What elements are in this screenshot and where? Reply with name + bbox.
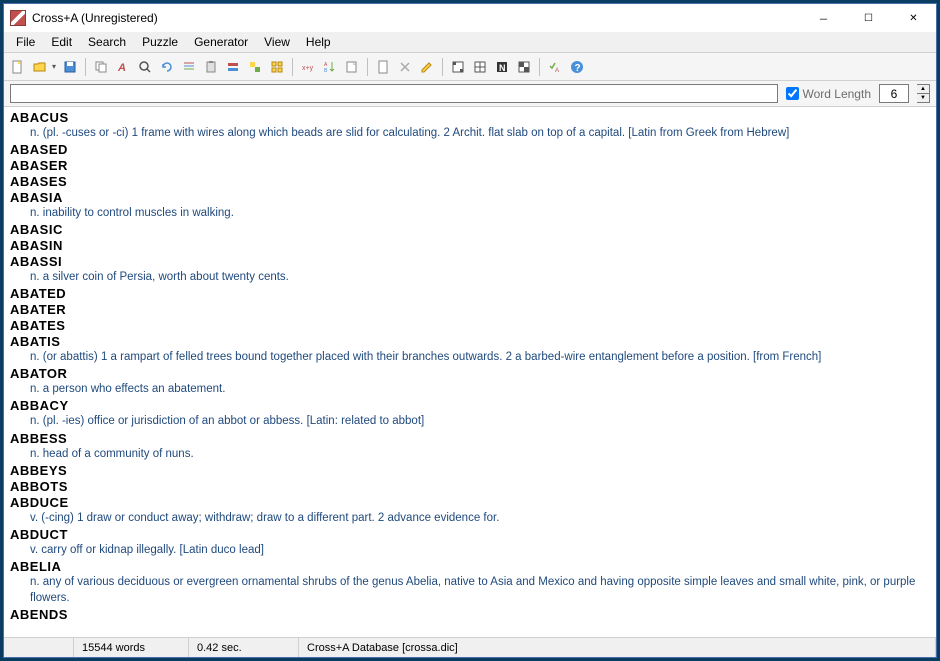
word-definition: n. inability to control muscles in walki… — [10, 205, 930, 221]
new-icon[interactable] — [8, 57, 28, 77]
word-definition: n. a person who effects an abatement. — [10, 381, 930, 397]
application-window: Cross+A (Unregistered) － ☐ ✕ File Edit S… — [3, 3, 937, 658]
svg-text:A: A — [555, 68, 559, 74]
minimize-button[interactable]: － — [801, 4, 846, 32]
doc-icon[interactable] — [373, 57, 393, 77]
search-icon[interactable] — [135, 57, 155, 77]
grid-icon[interactable] — [267, 57, 287, 77]
search-bar: Word Length ▲ ▼ — [4, 81, 936, 107]
xy-icon[interactable]: x+y — [298, 57, 318, 77]
number-icon[interactable]: N — [492, 57, 512, 77]
puzzle3-icon[interactable] — [514, 57, 534, 77]
toolbar: ▾ A x+y AB N A ? — [4, 53, 936, 81]
menu-search[interactable]: Search — [80, 33, 134, 51]
word-entry[interactable]: ABASIC — [10, 222, 930, 237]
word-length-check-input[interactable] — [786, 87, 799, 100]
word-entry[interactable]: ABATED — [10, 286, 930, 301]
flag-icon[interactable] — [223, 57, 243, 77]
word-definition: n. a silver coin of Persia, worth about … — [10, 269, 930, 285]
menu-puzzle[interactable]: Puzzle — [134, 33, 186, 51]
check-ab-icon[interactable]: A — [545, 57, 565, 77]
shapes-icon[interactable] — [245, 57, 265, 77]
word-entry[interactable]: ABASIN — [10, 238, 930, 253]
note-icon[interactable] — [342, 57, 362, 77]
word-entry[interactable]: ABASES — [10, 174, 930, 189]
maximize-button[interactable]: ☐ — [846, 4, 891, 32]
word-definition: n. (or abattis) 1 a rampart of felled tr… — [10, 349, 930, 365]
word-definition: v. (-cing) 1 draw or conduct away; withd… — [10, 510, 930, 526]
svg-text:A: A — [117, 62, 126, 74]
svg-text:x+y: x+y — [302, 65, 314, 72]
word-entry[interactable]: ABACUS — [10, 110, 930, 125]
word-entry[interactable]: ABBACY — [10, 398, 930, 413]
copy-icon[interactable] — [91, 57, 111, 77]
app-icon — [10, 10, 26, 26]
word-length-input[interactable] — [879, 84, 909, 103]
title-bar: Cross+A (Unregistered) － ☐ ✕ — [4, 4, 936, 32]
word-entry[interactable]: ABATIS — [10, 334, 930, 349]
word-list[interactable]: ABACUSn. (pl. -cuses or -ci) 1 frame wit… — [4, 107, 936, 637]
word-entry[interactable]: ABASER — [10, 158, 930, 173]
help-icon[interactable]: ? — [567, 57, 587, 77]
sort-az-icon[interactable]: AB — [320, 57, 340, 77]
status-empty — [4, 638, 74, 657]
word-entry[interactable]: ABATES — [10, 318, 930, 333]
crossword-icon[interactable] — [448, 57, 468, 77]
word-entry[interactable]: ABENDS — [10, 607, 930, 622]
word-definition: n. (pl. -ies) office or jurisdiction of … — [10, 413, 930, 429]
word-entry[interactable]: ABBEYS — [10, 463, 930, 478]
font-icon[interactable]: A — [113, 57, 133, 77]
menu-help[interactable]: Help — [298, 33, 339, 51]
word-length-spinner: ▲ ▼ — [917, 84, 930, 103]
open-dropdown-icon[interactable]: ▾ — [52, 62, 58, 71]
save-icon[interactable] — [60, 57, 80, 77]
menu-bar: File Edit Search Puzzle Generator View H… — [4, 32, 936, 53]
word-entry[interactable]: ABATOR — [10, 366, 930, 381]
word-entry[interactable]: ABASSI — [10, 254, 930, 269]
word-entry[interactable]: ABASED — [10, 142, 930, 157]
svg-text:?: ? — [575, 63, 581, 74]
word-definition: v. carry off or kidnap illegally. [Latin… — [10, 542, 930, 558]
clipboard-icon[interactable] — [201, 57, 221, 77]
menu-generator[interactable]: Generator — [186, 33, 256, 51]
status-database: Cross+A Database [crossa.dic] — [299, 638, 936, 657]
word-entry[interactable]: ABDUCE — [10, 495, 930, 510]
close-button[interactable]: ✕ — [891, 4, 936, 32]
word-entry[interactable]: ABATER — [10, 302, 930, 317]
spin-up-button[interactable]: ▲ — [917, 85, 929, 94]
refresh-icon[interactable] — [157, 57, 177, 77]
edit-icon[interactable] — [417, 57, 437, 77]
word-length-checkbox[interactable]: Word Length — [786, 87, 872, 101]
window-title: Cross+A (Unregistered) — [32, 11, 801, 25]
menu-file[interactable]: File — [8, 33, 43, 51]
spin-down-button[interactable]: ▼ — [917, 94, 929, 102]
status-count: 15544 words — [74, 638, 189, 657]
menu-view[interactable]: View — [256, 33, 298, 51]
svg-text:B: B — [324, 68, 328, 74]
word-definition: n. any of various deciduous or evergreen… — [10, 574, 930, 606]
status-bar: 15544 words 0.42 sec. Cross+A Database [… — [4, 637, 936, 657]
word-length-label: Word Length — [803, 87, 872, 101]
puzzle2-icon[interactable] — [470, 57, 490, 77]
word-definition: n. head of a community of nuns. — [10, 446, 930, 462]
word-entry[interactable]: ABBOTS — [10, 479, 930, 494]
window-controls: － ☐ ✕ — [801, 4, 936, 32]
menu-edit[interactable]: Edit — [43, 33, 80, 51]
search-input[interactable] — [10, 84, 778, 103]
word-entry[interactable]: ABBESS — [10, 431, 930, 446]
clear-icon[interactable] — [395, 57, 415, 77]
word-entry[interactable]: ABELIA — [10, 559, 930, 574]
list-icon[interactable] — [179, 57, 199, 77]
word-entry[interactable]: ABASIA — [10, 190, 930, 205]
word-entry[interactable]: ABDUCT — [10, 527, 930, 542]
svg-text:N: N — [499, 63, 506, 73]
open-icon[interactable] — [30, 57, 50, 77]
word-definition: n. (pl. -cuses or -ci) 1 frame with wire… — [10, 125, 930, 141]
status-time: 0.42 sec. — [189, 638, 299, 657]
